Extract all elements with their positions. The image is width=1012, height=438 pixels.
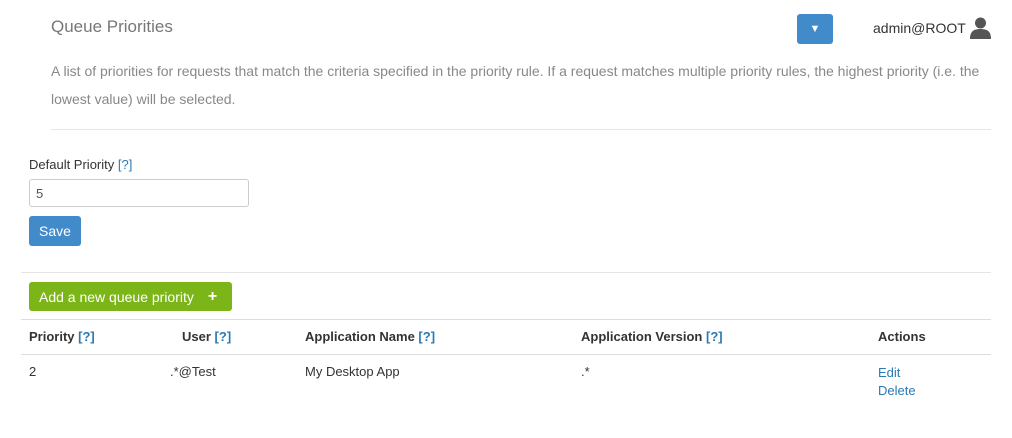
delete-link[interactable]: Delete [878, 382, 916, 400]
cell-priority: 2 [29, 364, 37, 379]
divider [51, 129, 991, 130]
user-help-link[interactable]: [?] [215, 329, 232, 344]
table-header-border [21, 354, 991, 355]
column-header-application-version: Application Version [?] [581, 329, 723, 344]
column-header-label: Actions [878, 329, 926, 344]
divider [21, 272, 991, 273]
cell-application-name: My Desktop App [305, 364, 400, 379]
user-menu[interactable]: admin@ROOT [873, 17, 991, 39]
application-version-help-link[interactable]: [?] [706, 329, 723, 344]
save-button[interactable]: Save [29, 216, 81, 246]
column-header-label: Priority [29, 329, 75, 344]
application-name-help-link[interactable]: [?] [418, 329, 435, 344]
dropdown-menu-button[interactable]: ▼ [797, 14, 833, 44]
default-priority-label: Default Priority [29, 157, 115, 172]
add-queue-priority-button[interactable]: Add a new queue priority + [29, 282, 232, 311]
column-header-user: User [?] [182, 329, 231, 344]
edit-link[interactable]: Edit [878, 364, 916, 382]
column-header-application-name: Application Name [?] [305, 329, 435, 344]
column-header-priority: Priority [?] [29, 329, 95, 344]
column-header-label: Application Version [581, 329, 703, 344]
column-header-label: Application Name [305, 329, 415, 344]
user-name: admin@ROOT [873, 20, 966, 36]
plus-icon: + [207, 287, 218, 305]
cell-user: .*@Test [170, 364, 216, 379]
default-priority-input[interactable] [29, 179, 249, 207]
user-icon [969, 17, 991, 39]
default-priority-label-row: Default Priority [?] [29, 157, 132, 172]
cell-application-version: .* [581, 364, 590, 379]
page-title: Queue Priorities [51, 17, 173, 36]
column-header-label: User [182, 329, 211, 344]
caret-down-icon: ▼ [809, 23, 821, 35]
page-description: A list of priorities for requests that m… [51, 63, 980, 107]
cell-actions: Edit Delete [878, 364, 916, 400]
priority-help-link[interactable]: [?] [78, 329, 95, 344]
table-top-border [21, 319, 991, 320]
add-queue-priority-label: Add a new queue priority [39, 288, 194, 305]
default-priority-help-link[interactable]: [?] [118, 157, 132, 172]
column-header-actions: Actions [878, 329, 926, 344]
